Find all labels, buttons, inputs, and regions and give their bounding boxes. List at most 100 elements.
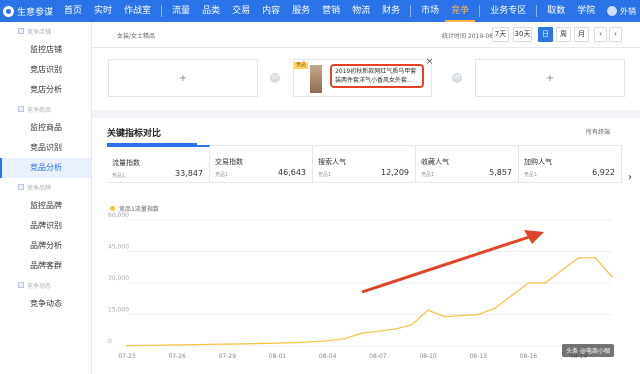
sidebar-item-analyze-brands[interactable]: 品牌分析 xyxy=(0,236,91,256)
data-point xyxy=(393,328,396,330)
filter-bar: 女装/女士精品 统计时间 2019-08-21 7天 30天 日 周 月 ‹ › xyxy=(92,22,640,48)
nav-data[interactable]: 取数 xyxy=(541,0,571,22)
sidebar-item-brand-audience[interactable]: 品牌客群 xyxy=(0,256,91,276)
sidebar-item-monitor-products[interactable]: 监控商品 xyxy=(0,118,91,138)
selected-product-card[interactable]: 竞品 2019初秋新款网红气质马甲套装两件套洋气小香风女外套... × xyxy=(293,58,434,97)
metric-label: 搜索人气 xyxy=(318,158,346,166)
chevron-left-icon[interactable]: ‹ xyxy=(594,27,607,42)
nav-competition[interactable]: 竞争 xyxy=(445,0,476,22)
nav-logistics[interactable]: 物流 xyxy=(346,0,376,22)
nav-finance[interactable]: 财务 xyxy=(376,0,406,22)
data-point xyxy=(477,313,480,316)
nav-realtime[interactable]: 实时 xyxy=(88,0,118,22)
nav-category[interactable]: 品类 xyxy=(196,0,226,22)
terminal-selector[interactable]: 所有终端 xyxy=(586,127,610,136)
nav-market[interactable]: 市场 xyxy=(415,0,445,22)
metric-cart-popularity[interactable]: 加购人气 竞品1 6,922 xyxy=(519,146,622,182)
section-icon xyxy=(18,282,24,288)
data-point xyxy=(126,344,128,347)
nav-marketing[interactable]: 营销 xyxy=(316,0,346,22)
add-product-slot[interactable]: + xyxy=(108,59,258,97)
traffic-line-chart: 60,000 45,000 30,000 15,000 0 07-23 07-26 07-29… xyxy=(108,212,613,360)
data-point xyxy=(460,314,463,317)
y-tick-label: 30,000 xyxy=(108,275,129,282)
data-point xyxy=(142,344,145,347)
data-point xyxy=(360,332,362,335)
nav-divider xyxy=(410,5,412,17)
series-line xyxy=(126,257,613,347)
range-7d-button[interactable]: 7天 xyxy=(492,27,509,42)
metric-favorite-popularity[interactable]: 收藏人气 竞品1 5,857 xyxy=(416,146,519,182)
nav-home[interactable]: 首页 xyxy=(58,0,88,22)
panel-title: 关键指标对比 xyxy=(107,129,162,139)
sidebar-section-products: 竞争商品 xyxy=(0,100,91,118)
add-product-slot[interactable]: + xyxy=(475,59,625,97)
sidebar-item-monitor-shops[interactable]: 监控店铺 xyxy=(0,40,91,60)
range-week-button[interactable]: 周 xyxy=(556,27,571,42)
brand[interactable]: 生意参谋 xyxy=(0,5,58,18)
nav-service[interactable]: 服务 xyxy=(286,0,316,22)
metric-sub: 竞品1 xyxy=(318,172,332,178)
x-tick-label: 07-23 xyxy=(118,353,136,360)
data-point xyxy=(159,344,162,346)
sidebar-item-dynamics[interactable]: 竞争动态 xyxy=(0,294,91,314)
data-point xyxy=(243,343,245,345)
x-tick-label: 08-04 xyxy=(319,353,337,360)
section-icon xyxy=(18,184,24,190)
category-selector[interactable]: 女装/女士精品 xyxy=(117,31,155,40)
nav-traffic[interactable]: 流量 xyxy=(166,0,196,22)
data-point xyxy=(193,343,195,346)
metric-value: 12,209 xyxy=(381,168,409,177)
metric-trade-index[interactable]: 交易指数 竞品1 46,643 xyxy=(210,146,313,182)
watermark: 头条 @电商小咖 xyxy=(562,344,614,357)
range-30d-button[interactable]: 30天 xyxy=(513,27,532,42)
data-point xyxy=(611,275,613,278)
user-avatar-icon xyxy=(607,6,617,16)
data-point xyxy=(577,257,580,259)
user-menu[interactable]: 外销 xyxy=(607,0,636,22)
chevron-right-icon[interactable]: › xyxy=(609,27,622,42)
sidebar-item-monitor-brands[interactable]: 监控品牌 xyxy=(0,196,91,216)
compare-panel: + VS 竞品 2019初秋新款网红气质马甲套装两件套洋气小香风女外套... ×… xyxy=(92,48,640,110)
data-point xyxy=(259,342,262,345)
sidebar-item-identify-shops[interactable]: 竞店识别 xyxy=(0,60,91,80)
nav-warroom[interactable]: 作战室 xyxy=(118,0,157,22)
nav-business-zone[interactable]: 业务专区 xyxy=(484,0,532,22)
user-name: 外销 xyxy=(620,6,636,16)
y-tick-label: 45,000 xyxy=(108,244,129,251)
data-point xyxy=(410,324,413,326)
vs-icon: VS xyxy=(452,73,462,83)
data-point xyxy=(310,341,312,343)
chevron-right-icon[interactable]: › xyxy=(625,168,635,188)
data-point xyxy=(443,315,446,318)
nav-academy[interactable]: 学院 xyxy=(571,0,601,22)
data-point xyxy=(427,309,429,312)
close-icon[interactable]: × xyxy=(425,58,434,67)
metric-label: 加购人气 xyxy=(524,158,552,166)
metric-search-popularity[interactable]: 搜索人气 竞品1 12,209 xyxy=(313,146,416,182)
data-point xyxy=(494,307,496,309)
sidebar-item-identify-products[interactable]: 竞品识别 xyxy=(0,138,91,158)
trend-arrow xyxy=(361,234,533,294)
sidebar-section-dynamics: 竞争动态 xyxy=(0,276,91,294)
range-day-button[interactable]: 日 xyxy=(538,27,553,42)
range-month-button[interactable]: 月 xyxy=(574,27,589,42)
sidebar-item-analyze-products[interactable]: 竞品分析 xyxy=(0,158,91,178)
metric-traffic-index[interactable]: 流量指数 竞品1 33,847 xyxy=(107,145,210,182)
metric-value: 33,847 xyxy=(175,169,203,178)
sidebar-item-analyze-shops[interactable]: 竞店分析 xyxy=(0,80,91,100)
x-tick-label: 08-07 xyxy=(369,353,387,360)
nav-content[interactable]: 内容 xyxy=(256,0,286,22)
data-point xyxy=(510,294,513,297)
metric-sub: 竞品1 xyxy=(421,172,435,178)
nav-trade[interactable]: 交易 xyxy=(226,0,256,22)
metrics-row: 流量指数 竞品1 33,847 交易指数 竞品1 46,643 搜索人气 竞品1… xyxy=(107,145,622,183)
key-metrics-panel: 关键指标对比 所有终端 流量指数 竞品1 33,847 交易指数 竞品1 46,… xyxy=(92,118,640,374)
sidebar-section-brands: 竞争品牌 xyxy=(0,178,91,196)
data-point xyxy=(276,342,279,344)
sidebar-item-identify-brands[interactable]: 品牌识别 xyxy=(0,216,91,236)
nav-divider xyxy=(161,5,163,17)
data-point xyxy=(293,341,296,344)
metric-value: 46,643 xyxy=(278,168,306,177)
x-tick-label: 07-26 xyxy=(168,353,186,360)
